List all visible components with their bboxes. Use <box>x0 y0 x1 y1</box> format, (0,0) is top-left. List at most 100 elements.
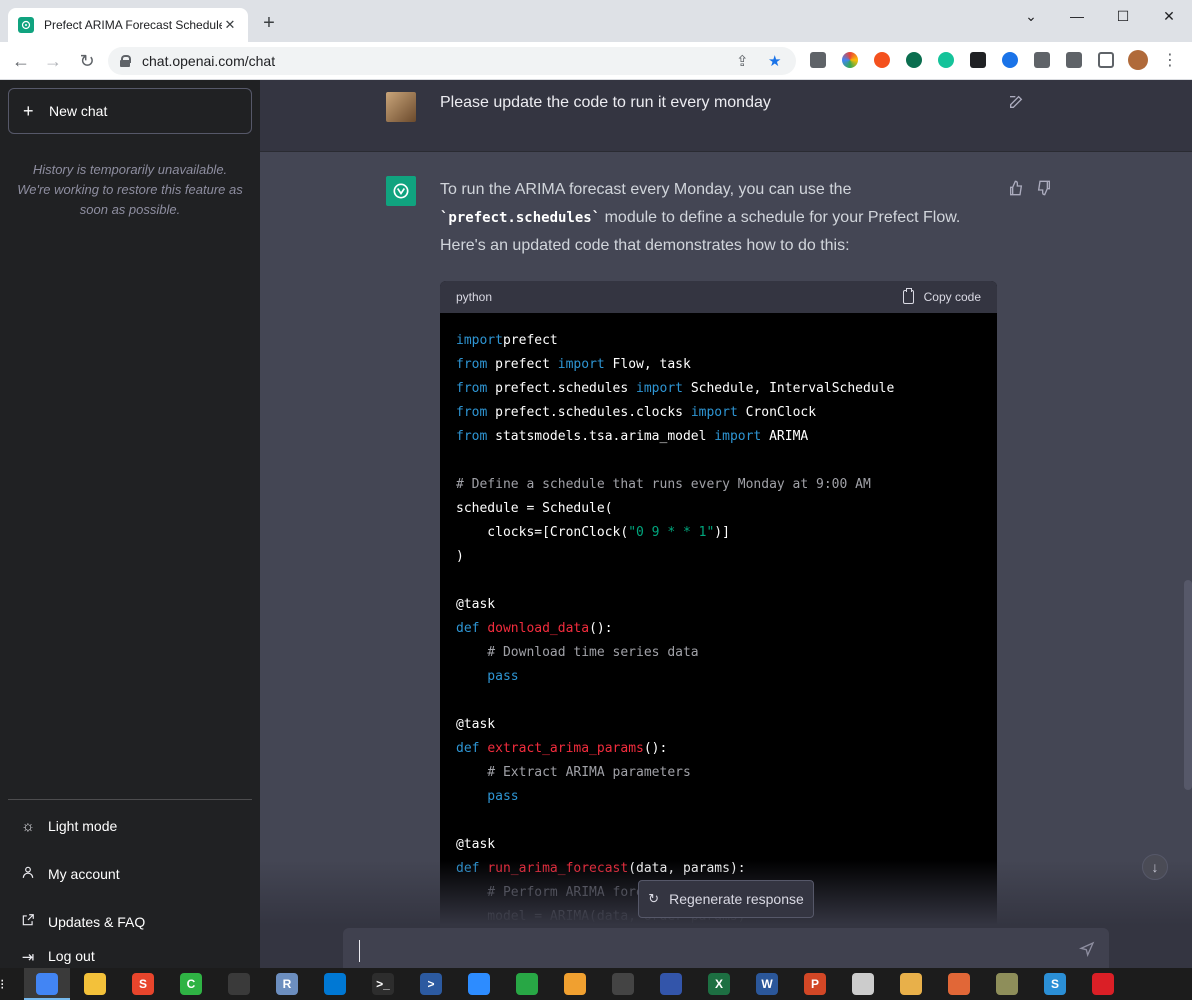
browser-tab-bar: Prefect ARIMA Forecast Schedule ✕ + ⌄ — … <box>0 0 1192 42</box>
code-token: )] <box>714 525 730 540</box>
chat-main: Please update the code to run it every m… <box>260 80 1192 968</box>
media-control-icon[interactable] <box>1066 52 1082 68</box>
message-input[interactable] <box>343 928 1109 968</box>
extension-code-icon[interactable] <box>810 52 826 68</box>
browser-tab[interactable]: Prefect ARIMA Forecast Schedule ✕ <box>8 8 248 42</box>
taskbar-scan-app-icon[interactable] <box>996 973 1018 995</box>
extension-orange-icon[interactable] <box>874 52 890 68</box>
side-panel-icon[interactable] <box>1098 52 1114 68</box>
openai-logo-icon <box>18 17 34 33</box>
sidebar-item-updates-faq[interactable]: Updates & FAQ <box>8 900 252 944</box>
bookmark-star-icon[interactable]: ★ <box>768 52 781 70</box>
grammarly-icon[interactable] <box>938 52 954 68</box>
sidebar-item-my-account[interactable]: My account <box>8 852 252 896</box>
taskbar-wps-writer-icon[interactable]: S <box>132 973 154 995</box>
taskbar-chrome-icon[interactable] <box>36 973 58 995</box>
edit-message-icon[interactable] <box>1008 94 1024 115</box>
thumbs-up-icon[interactable] <box>1008 180 1024 200</box>
new-chat-button[interactable]: + New chat <box>8 88 252 134</box>
lock-icon <box>120 55 131 67</box>
taskbar-network-app-icon[interactable] <box>660 973 682 995</box>
taskbar-r-lang-icon[interactable]: R <box>276 973 298 995</box>
code-token: @task <box>456 597 496 612</box>
new-tab-button[interactable]: + <box>258 12 280 34</box>
share-icon[interactable]: ⇪ <box>736 52 749 70</box>
extension-blue-icon[interactable] <box>1002 52 1018 68</box>
sidebar-item-label: Light mode <box>48 818 118 834</box>
minimize-window-button[interactable]: — <box>1062 6 1092 26</box>
send-icon[interactable] <box>1078 941 1095 961</box>
scroll-to-bottom-button[interactable]: ↓ <box>1142 854 1168 880</box>
taskbar-word-icon[interactable]: W <box>756 973 778 995</box>
user-icon <box>20 865 36 883</box>
regenerate-response-button[interactable]: ↻ Regenerate response <box>638 880 814 918</box>
taskbar-excel-icon[interactable]: X <box>708 973 730 995</box>
code-line: @task <box>456 833 981 857</box>
code-line: from prefect.schedules import Schedule, … <box>456 377 981 401</box>
sidebar-item-label: Updates & FAQ <box>48 914 146 930</box>
code-token: prefect.schedules.clocks <box>487 405 691 420</box>
address-bar[interactable]: chat.openai.com/chat ⇪ ★ <box>108 47 796 75</box>
extension-stack-icon[interactable] <box>970 52 986 68</box>
chatgpt-logo-icon <box>386 176 416 206</box>
taskbar-handle-icon[interactable]: ⁝ <box>0 976 8 993</box>
code-token: Schedule, IntervalSchedule <box>683 381 895 396</box>
thumbs-down-icon[interactable] <box>1036 180 1052 200</box>
taskbar-matlab-icon[interactable] <box>948 973 970 995</box>
taskbar-powershell-icon[interactable]: > <box>420 973 442 995</box>
logout-icon: ⇥ <box>21 949 35 966</box>
maximize-window-button[interactable]: ☐ <box>1108 6 1138 26</box>
sidebar-divider <box>8 799 252 800</box>
code-token: def <box>456 621 480 636</box>
taskbar-powerpoint-icon[interactable]: P <box>804 973 826 995</box>
new-chat-label: New chat <box>49 103 108 119</box>
taskbar-doc-app-icon[interactable] <box>852 973 874 995</box>
sidebar-item-light-mode[interactable]: ☼ Light mode <box>8 804 252 848</box>
tab-search-icon[interactable]: ⌄ <box>1016 6 1046 26</box>
taskbar-file-explorer-icon[interactable] <box>84 973 106 995</box>
history-unavailable-note: History is temporarily unavailable. We'r… <box>17 162 243 217</box>
code-token: @task <box>456 837 496 852</box>
user-message-row: Please update the code to run it every m… <box>260 80 1192 152</box>
code-line: from prefect import Flow, task <box>456 353 981 377</box>
taskbar-green-ring-app-icon[interactable] <box>516 973 538 995</box>
extension-color-icon[interactable] <box>842 52 858 68</box>
code-line: pass <box>456 665 981 689</box>
taskbar-paint-app-icon[interactable] <box>564 973 586 995</box>
page-scrollbar[interactable] <box>1184 580 1192 790</box>
back-arrow-icon[interactable]: ← <box>10 50 32 72</box>
extension-green-icon[interactable] <box>906 52 922 68</box>
code-token: Flow, task <box>604 357 691 372</box>
code-token: def <box>456 741 480 756</box>
forward-arrow-icon[interactable]: → <box>42 50 64 72</box>
taskbar-camtasia-icon[interactable]: C <box>180 973 202 995</box>
code-token: # Download time series data <box>456 645 699 660</box>
reload-icon[interactable]: ↻ <box>76 50 98 72</box>
taskbar-snagit-icon[interactable]: S <box>1044 973 1066 995</box>
extensions-puzzle-icon[interactable] <box>1034 52 1050 68</box>
code-line: # Define a schedule that runs every Mond… <box>456 473 981 497</box>
taskbar-image-app-icon[interactable] <box>900 973 922 995</box>
code-token: from <box>456 405 488 420</box>
taskbar-zoom-icon[interactable] <box>468 973 490 995</box>
assistant-message-row: To run the ARIMA forecast every Monday, … <box>260 152 1192 968</box>
tab-title: Prefect ARIMA Forecast Schedule <box>44 18 222 32</box>
copy-code-button[interactable]: Copy code <box>902 288 981 304</box>
close-tab-icon[interactable]: ✕ <box>222 17 238 33</box>
profile-avatar[interactable] <box>1128 50 1148 70</box>
external-link-icon <box>20 913 36 931</box>
taskbar-vscode-icon[interactable] <box>324 973 346 995</box>
sidebar-item-log-out[interactable]: ⇥ Log out <box>8 948 252 968</box>
browser-menu-icon[interactable]: ⋮ <box>1162 50 1178 70</box>
taskbar-creative-cloud-icon[interactable] <box>1092 973 1114 995</box>
close-window-button[interactable]: ✕ <box>1154 6 1184 26</box>
code-token: extract_arima_params <box>487 741 644 756</box>
taskbar-inkscape-icon[interactable] <box>612 973 634 995</box>
code-token: prefect <box>502 333 558 348</box>
taskbar-obs-icon[interactable] <box>228 973 250 995</box>
taskbar-terminal-icon[interactable]: >_ <box>372 973 394 995</box>
code-token: schedule = Schedule( <box>456 501 613 516</box>
